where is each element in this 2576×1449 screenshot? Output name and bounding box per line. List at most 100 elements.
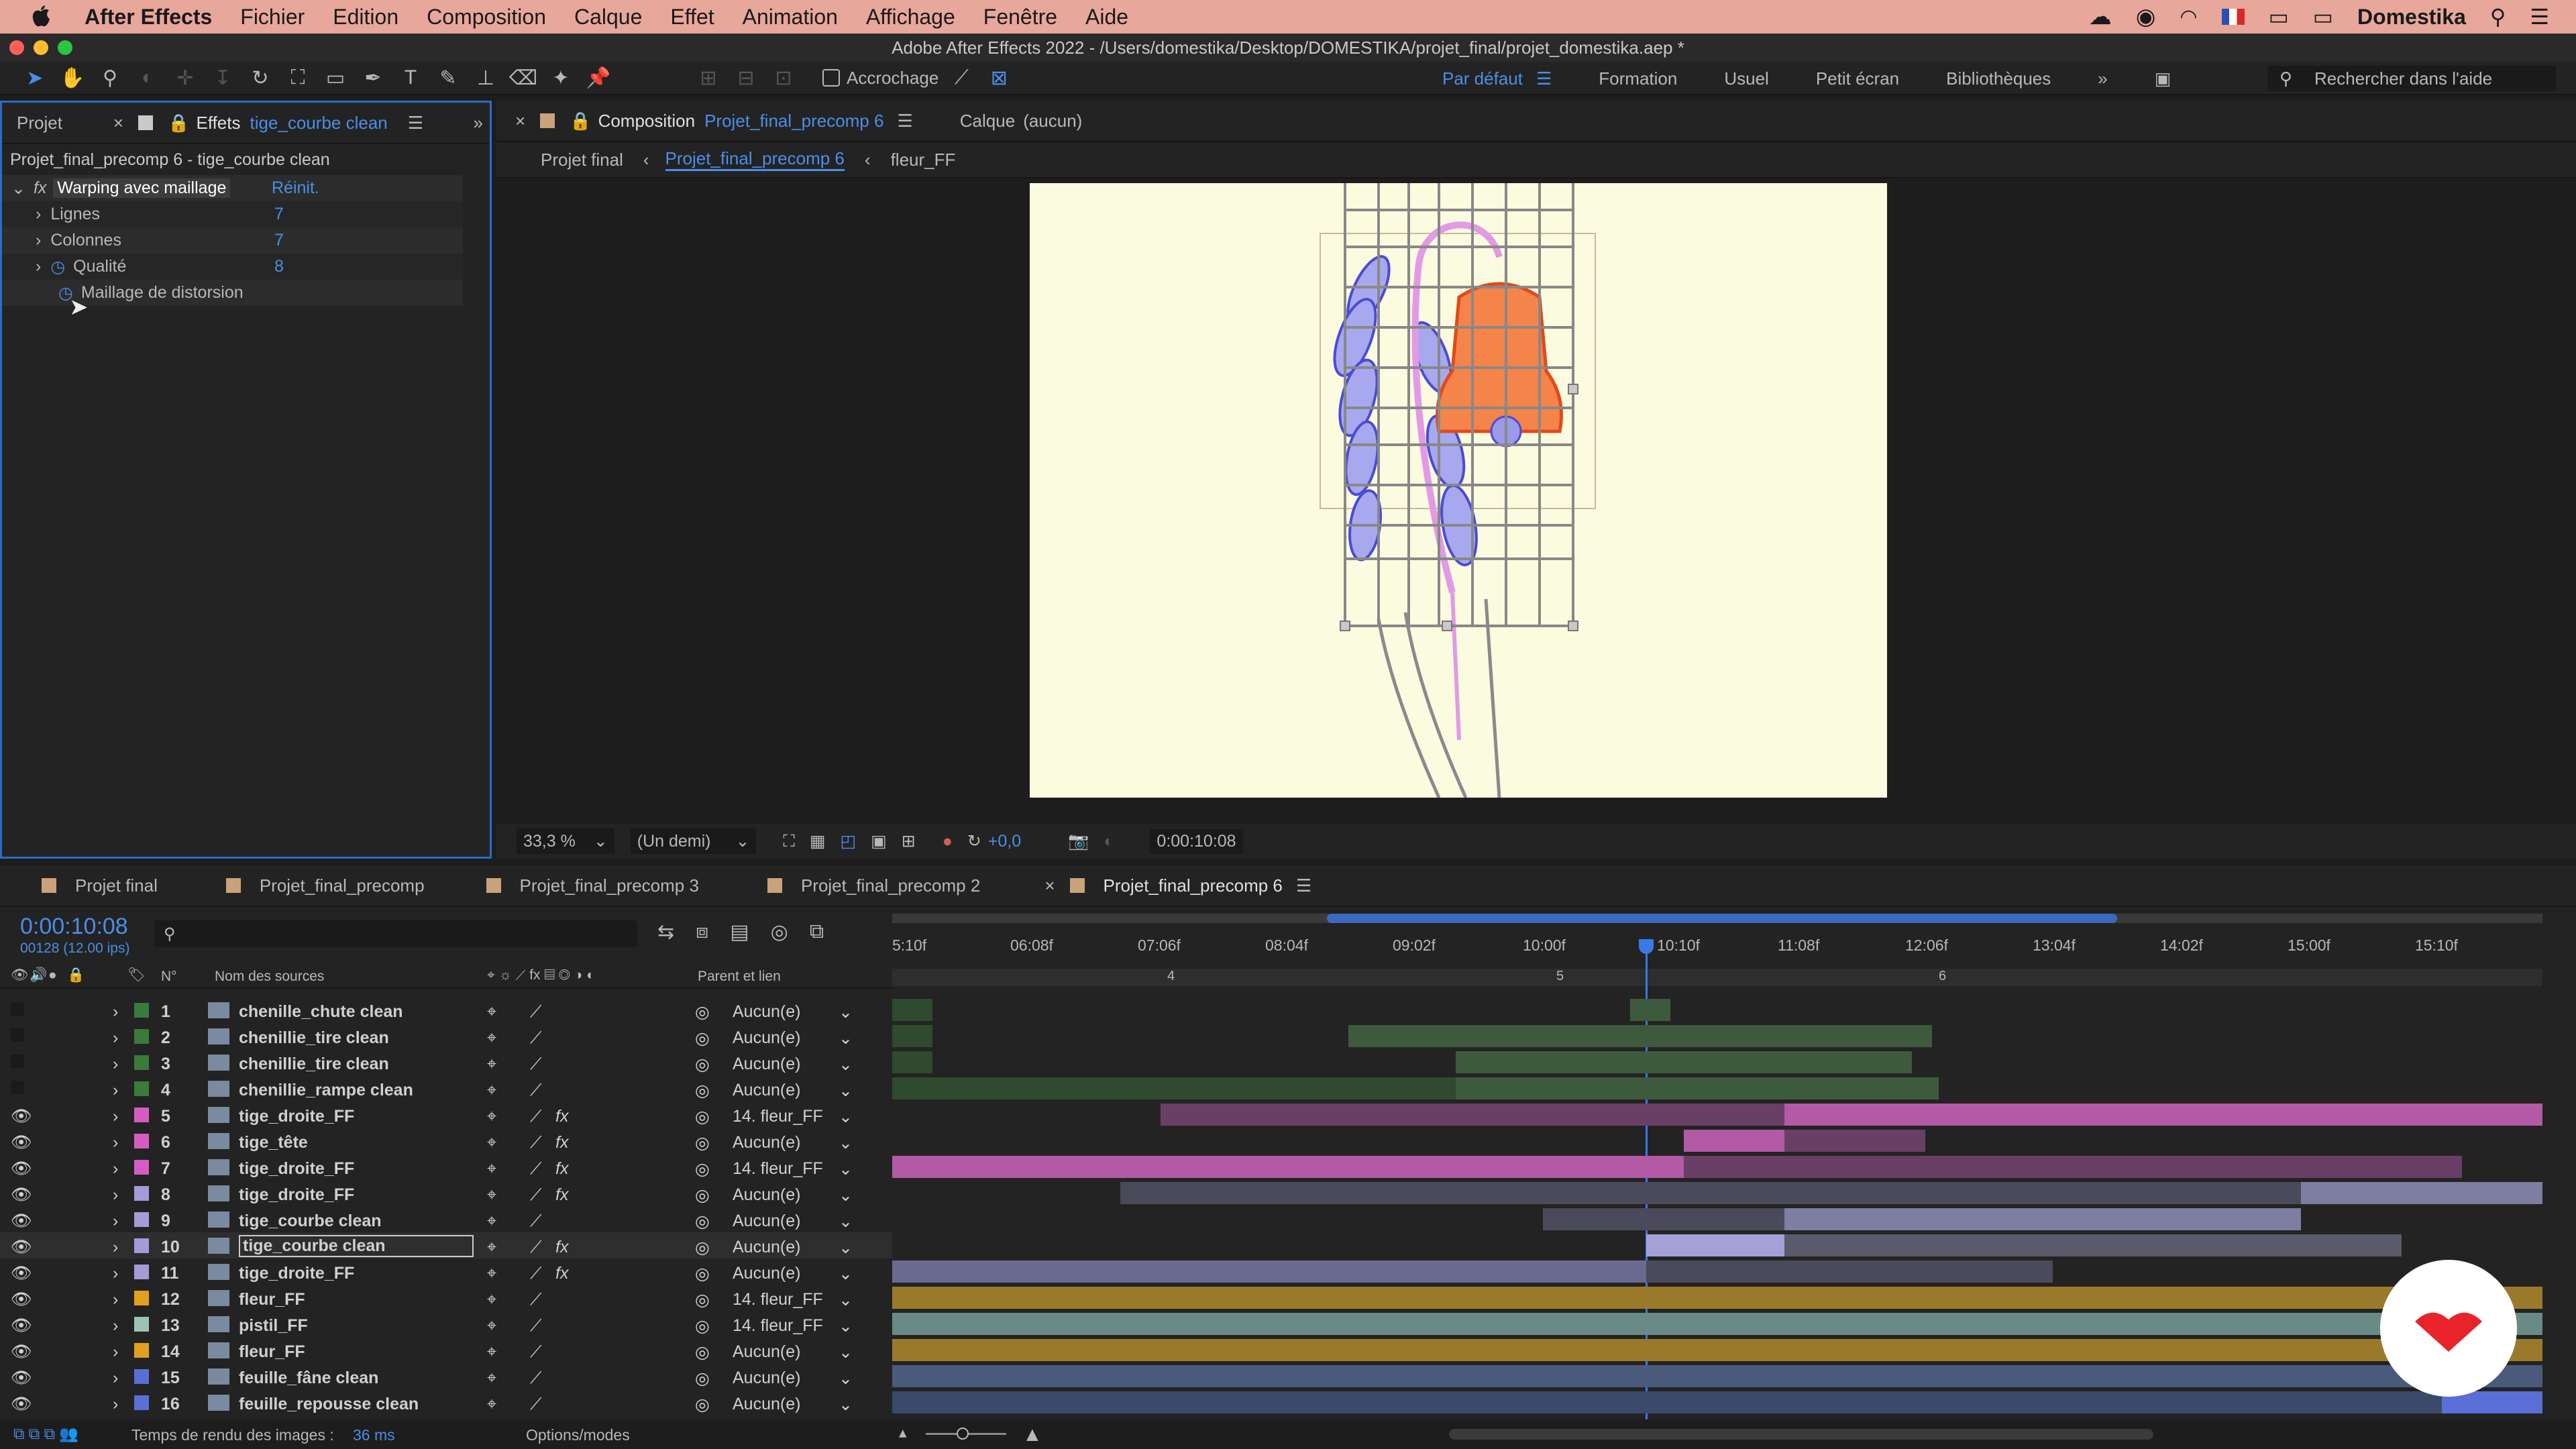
panel-menu-icon[interactable]: ☰ (408, 113, 423, 133)
chevron-down-icon[interactable]: ⌄ (839, 1185, 853, 1205)
menu-edition[interactable]: Edition (333, 5, 398, 30)
chevron-right-icon[interactable]: › (113, 1316, 118, 1336)
workspace-petit-ecran[interactable]: Petit écran (1816, 68, 1899, 89)
timeline-tab-precomp-2[interactable]: Projet_final_precomp 2 (801, 875, 980, 896)
parent-select[interactable]: 14. fleur_FF (733, 1290, 823, 1309)
zoom-in-icon[interactable]: ▲ (1022, 1424, 1042, 1446)
chevron-right-icon[interactable]: › (113, 1264, 118, 1283)
fx-switch-icon[interactable]: fx (555, 1238, 568, 1257)
eraser-tool-icon[interactable]: ⌫ (508, 64, 538, 91)
zoom-out-icon[interactable]: ▴ (899, 1424, 907, 1442)
close-tab-icon[interactable]: × (1044, 875, 1055, 896)
hand-tool-icon[interactable]: ✋ (58, 64, 87, 91)
horizontal-scrollbar[interactable] (1449, 1429, 2153, 1440)
layer-duration-bar[interactable] (1543, 1208, 1784, 1230)
align-icon[interactable]: ⊞ (694, 64, 723, 91)
layer-duration-bar[interactable] (892, 1391, 2542, 1413)
work-area-range[interactable] (1327, 914, 2117, 923)
collapse-switch-icon[interactable]: ⌖ (487, 1238, 496, 1257)
comp-marker[interactable]: 6 (1939, 969, 1946, 984)
layer-duration-bar[interactable] (1456, 1077, 1939, 1099)
layer-row[interactable]: 👁 › 15 feuille_fâne clean ⌖ ⟋ ◎ Aucun(e) ⌄ (0, 1363, 892, 1389)
layer-duration-bar[interactable] (1120, 1182, 2301, 1204)
current-timecode[interactable]: 0:00:10:08 (20, 914, 128, 940)
collapse-switch-icon[interactable]: ⌖ (487, 1185, 496, 1205)
layer-name[interactable]: chenillie_tire clean (239, 1028, 389, 1048)
parent-select[interactable]: Aucun(e) (733, 1081, 800, 1100)
resolution-select[interactable]: (Un demi) ⌄ (630, 828, 757, 854)
parent-select[interactable]: Aucun(e) (733, 1264, 800, 1283)
layer-row[interactable]: 👁 › 14 fleur_FF ⌖ ⟋ ◎ Aucun(e) ⌄ (0, 1337, 892, 1363)
layer-duration-bar[interactable] (892, 1156, 1684, 1178)
parent-pickwhip-icon[interactable]: ◎ (695, 1238, 710, 1258)
label-color[interactable] (134, 1317, 149, 1332)
layer-duration-bar[interactable] (1784, 1208, 2301, 1230)
chevron-right-icon[interactable]: › (113, 1133, 118, 1152)
timeline-tab-precomp-6[interactable]: Projet_final_precomp 6 (1104, 875, 1283, 896)
composition-canvas[interactable] (1030, 183, 1887, 798)
parent-select[interactable]: Aucun(e) (733, 1028, 800, 1048)
parent-select[interactable]: Aucun(e) (733, 1368, 800, 1388)
tab-projet[interactable]: Projet (17, 113, 62, 133)
chevron-right-icon[interactable]: › (113, 1342, 118, 1362)
fx-switch-icon[interactable]: fx (555, 1133, 568, 1152)
prop-colonnes[interactable]: › Colonnes 7 (2, 227, 463, 254)
lock-icon[interactable] (138, 115, 154, 130)
layer-row[interactable]: › 4 chenillie_rampe clean ⌖ ⟋ ◎ Aucun(e) ⌄ (0, 1075, 892, 1102)
parent-select[interactable]: Aucun(e) (733, 1238, 800, 1257)
creative-cloud-icon[interactable]: ☁ (2089, 3, 2112, 30)
chevron-right-icon[interactable]: › (113, 1395, 118, 1414)
rectangle-tool-icon[interactable]: ▭ (321, 64, 350, 91)
snap-grid-icon[interactable]: ⊠ (984, 64, 1014, 91)
roto-brush-tool-icon[interactable]: ✦ (546, 64, 576, 91)
pan-behind-tool-icon[interactable]: ⛶ (283, 64, 313, 91)
snap-checkbox[interactable] (822, 69, 840, 87)
label-color[interactable] (134, 1238, 149, 1253)
label-color[interactable] (134, 1029, 149, 1044)
layer-duration-bar[interactable] (1784, 1234, 2402, 1256)
collapse-switch-icon[interactable]: ⌖ (487, 1212, 496, 1231)
tab-calque[interactable]: Calque (960, 111, 1015, 131)
work-area-bar[interactable] (892, 914, 2542, 923)
exposure-value[interactable]: +0,0 (988, 832, 1021, 851)
chevron-right-icon[interactable]: › (113, 1055, 118, 1074)
zoom-select[interactable]: 33,3 % ⌄ (517, 828, 614, 854)
fx-switch-icon[interactable]: fx (555, 1264, 568, 1283)
label-color[interactable] (134, 1134, 149, 1148)
solo-icon[interactable]: ● (48, 967, 57, 983)
parent-select[interactable]: 14. fleur_FF (733, 1159, 823, 1179)
label-color[interactable] (134, 1343, 149, 1358)
tab-composition[interactable]: Composition (598, 111, 696, 131)
chevron-down-icon[interactable]: ⌄ (839, 1107, 853, 1127)
layer-row[interactable]: 👁 › 6 tige_tête ⌖ ⟋ fx ◎ Aucun(e) ⌄ (0, 1128, 892, 1154)
collapse-switch-icon[interactable]: ⌖ (487, 1290, 496, 1309)
menu-aide[interactable]: Aide (1085, 5, 1128, 30)
chevron-down-icon[interactable]: ⌄ (839, 1342, 853, 1362)
layer-name[interactable]: chenillie_rampe clean (239, 1081, 413, 1100)
orbit-camera-icon[interactable]: ◐ (133, 64, 162, 91)
quality-switch-icon[interactable]: ⟋ (530, 1290, 542, 1309)
layer-duration-bar[interactable] (892, 1051, 932, 1073)
quality-switch-icon[interactable]: ⟋ (530, 1081, 542, 1100)
layer-row[interactable]: 👁 › 7 tige_droite_FF ⌖ ⟋ fx ◎ 14. fleur_FF ⌄ (0, 1154, 892, 1180)
collapse-switch-icon[interactable]: ⌖ (487, 1028, 496, 1048)
eye-icon[interactable]: 👁 (11, 1290, 32, 1309)
collapse-switch-icon[interactable]: ⌖ (487, 1395, 496, 1414)
layer-row[interactable]: 👁 › 5 tige_droite_FF ⌖ ⟋ fx ◎ 14. fleur_FF ⌄ (0, 1102, 892, 1128)
collapse-switch-icon[interactable]: ⌖ (487, 1107, 496, 1126)
chevron-right-icon[interactable]: › (113, 1028, 118, 1048)
chevron-right-icon[interactable]: › (113, 1107, 118, 1126)
chevron-down-icon[interactable]: ⌄ (11, 178, 25, 199)
layer-duration-bar[interactable] (2301, 1182, 2542, 1204)
label-color[interactable] (134, 1003, 149, 1018)
parent-pickwhip-icon[interactable]: ◎ (695, 1212, 710, 1232)
label-color[interactable] (134, 1395, 149, 1410)
collapse-switch-icon[interactable]: ⌖ (487, 1368, 496, 1388)
breadcrumb-fleur[interactable]: fleur_FF (891, 150, 956, 170)
parent-pickwhip-icon[interactable]: ◎ (695, 1055, 710, 1075)
eye-icon[interactable]: 👁 (11, 1185, 32, 1205)
parent-pickwhip-icon[interactable]: ◎ (695, 1290, 710, 1310)
parent-pickwhip-icon[interactable]: ◎ (695, 1159, 710, 1179)
control-center-icon[interactable]: ☰ (2530, 4, 2549, 30)
panel-menu-icon[interactable]: ☰ (897, 111, 912, 131)
